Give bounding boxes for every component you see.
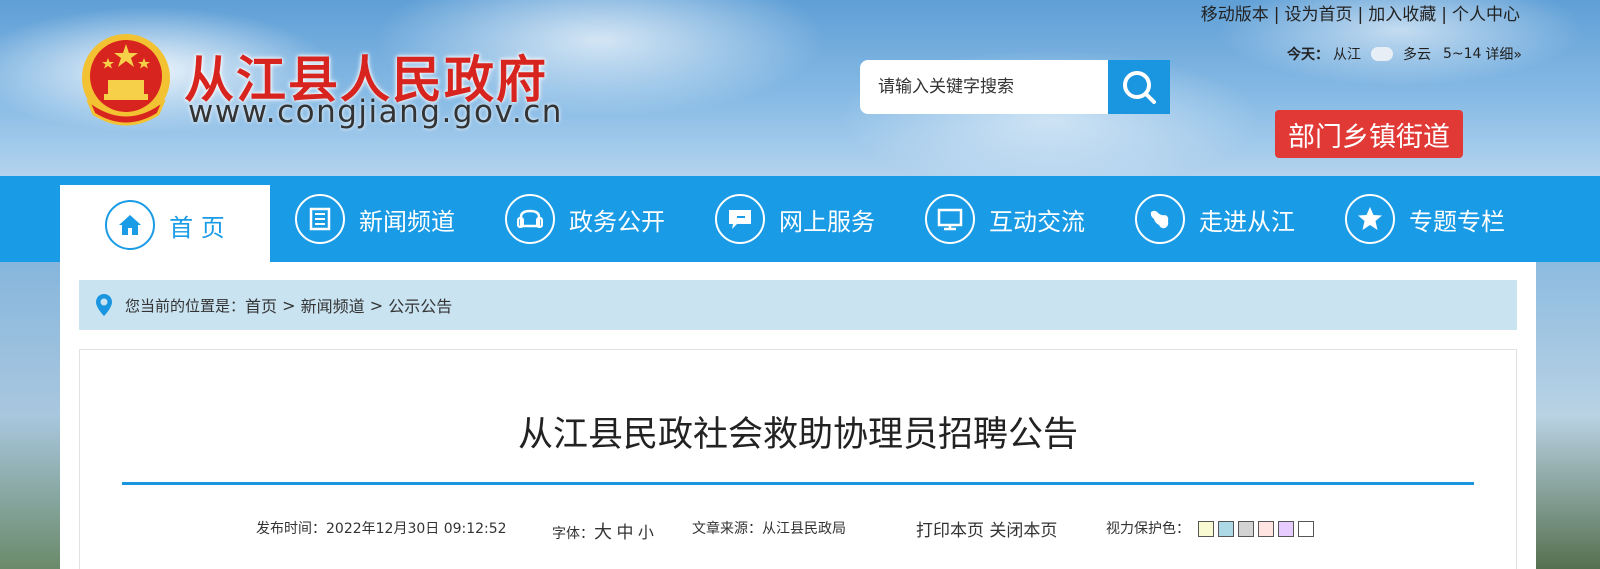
weather-detail-link[interactable]: 详细» bbox=[1485, 44, 1522, 64]
map-icon bbox=[1135, 194, 1185, 244]
publish-time: 2022年12月30日 09:12:52 bbox=[326, 521, 507, 537]
nav-item-home[interactable]: 首 页 bbox=[60, 185, 270, 265]
weather-city: 从江 bbox=[1332, 47, 1361, 63]
breadcrumb-prefix: 您当前的位置是： bbox=[125, 296, 246, 315]
font-size-controls: 字体：大 中 小 bbox=[552, 518, 654, 544]
mobile-version-link[interactable]: 移动版本 bbox=[1201, 5, 1269, 25]
eye-color-swatch[interactable] bbox=[1298, 521, 1315, 537]
top-links: 移动版本 | 设为首页 | 加入收藏 | 个人中心 bbox=[1200, 5, 1520, 25]
home-icon bbox=[105, 200, 156, 250]
nav-item-interaction[interactable]: 互动交流 bbox=[900, 176, 1110, 262]
eye-color-swatch[interactable] bbox=[1218, 521, 1235, 537]
print-page-link[interactable]: 打印本页 bbox=[916, 521, 984, 541]
source-label: 文章来源： bbox=[692, 521, 762, 537]
monitor-icon bbox=[925, 194, 975, 244]
breadcrumb-home-link[interactable]: 首页 bbox=[245, 293, 277, 317]
background-scenery-left bbox=[0, 262, 60, 569]
nav-label: 互动交流 bbox=[989, 207, 1085, 236]
eye-color-swatch[interactable] bbox=[1198, 521, 1215, 537]
nav-item-news[interactable]: 新闻频道 bbox=[270, 176, 480, 262]
font-medium-button[interactable]: 中 bbox=[616, 523, 633, 543]
site-url: www.congjiang.gov.cn bbox=[188, 94, 563, 130]
breadcrumb-separator: > bbox=[277, 295, 301, 315]
nav-label: 网上服务 bbox=[779, 207, 875, 236]
title-divider bbox=[122, 482, 1474, 485]
font-large-button[interactable]: 大 bbox=[594, 522, 612, 543]
eye-color-swatch[interactable] bbox=[1278, 521, 1295, 537]
nav-label: 首 页 bbox=[169, 213, 225, 242]
eye-color-swatch[interactable] bbox=[1238, 521, 1255, 537]
nav-label: 新闻频道 bbox=[359, 207, 455, 236]
main-content: 您当前的位置是： 首页 > 新闻频道 > 公示公告 从江县民政社会救助协理员招聘… bbox=[60, 262, 1536, 569]
search-icon bbox=[1123, 71, 1156, 104]
dept-township-button[interactable]: 部门乡镇街道 bbox=[1275, 110, 1463, 158]
eye-protection-label: 视力保护色： bbox=[1106, 521, 1190, 537]
close-page-link[interactable]: 关闭本页 bbox=[989, 521, 1057, 541]
header-banner: 从江县人民政府 www.congjiang.gov.cn 移动版本 | 设为首页 | 加… bbox=[0, 0, 1600, 176]
main-nav: 首 页 新闻频道 政务公开 网上服务 互动交流 走进从江 专题专栏 bbox=[0, 176, 1600, 265]
page-actions: 打印本页 关闭本页 bbox=[916, 516, 1057, 541]
chat-icon bbox=[715, 194, 765, 244]
nav-label: 专题专栏 bbox=[1409, 207, 1505, 236]
breadcrumb: 您当前的位置是： 首页 > 新闻频道 > 公示公告 bbox=[79, 280, 1517, 330]
cloudy-icon bbox=[1370, 47, 1393, 61]
source-value: 从江县民政局 bbox=[762, 521, 846, 537]
search-input[interactable] bbox=[860, 60, 1108, 114]
nav-item-gov-affairs[interactable]: 政务公开 bbox=[480, 176, 690, 262]
eye-color-swatch[interactable] bbox=[1258, 521, 1275, 537]
background-scenery-right bbox=[1536, 262, 1600, 569]
source-info: 文章来源：从江县民政局 bbox=[692, 518, 846, 538]
eye-protection: 视力保护色： bbox=[1106, 518, 1315, 538]
nav-label: 走进从江 bbox=[1199, 207, 1295, 236]
location-pin-icon bbox=[96, 294, 112, 316]
national-emblem-icon bbox=[82, 34, 170, 126]
nav-label: 政务公开 bbox=[569, 207, 665, 236]
breadcrumb-news-link[interactable]: 新闻频道 bbox=[301, 293, 365, 317]
font-small-button[interactable]: 小 bbox=[638, 523, 654, 542]
sofa-icon bbox=[505, 194, 555, 244]
add-favorite-link[interactable]: 加入收藏 bbox=[1368, 5, 1436, 25]
nav-item-about-congjiang[interactable]: 走进从江 bbox=[1110, 176, 1320, 262]
search-button[interactable] bbox=[1108, 60, 1170, 114]
weather-condition: 多云 bbox=[1402, 47, 1431, 63]
nav-item-special-topics[interactable]: 专题专栏 bbox=[1320, 176, 1530, 262]
weather-prefix: 今天： bbox=[1286, 47, 1329, 63]
newspaper-icon bbox=[295, 194, 345, 244]
personal-center-link[interactable]: 个人中心 bbox=[1452, 5, 1520, 25]
breadcrumb-separator: > bbox=[364, 295, 389, 315]
article-container: 从江县民政社会救助协理员招聘公告 发布时间：2022年12月30日 09:12:… bbox=[79, 349, 1517, 569]
star-icon bbox=[1345, 194, 1395, 244]
search-box bbox=[860, 60, 1170, 114]
publish-info: 发布时间：2022年12月30日 09:12:52 bbox=[256, 518, 507, 538]
font-label: 字体： bbox=[552, 526, 594, 542]
weather-temp: 5~14 bbox=[1442, 46, 1482, 62]
weather-widget: 今天： 从江 多云 5~14 详细» bbox=[1287, 44, 1522, 64]
nav-item-online-service[interactable]: 网上服务 bbox=[690, 176, 900, 262]
breadcrumb-notice-link[interactable]: 公示公告 bbox=[388, 293, 452, 317]
set-homepage-link[interactable]: 设为首页 bbox=[1285, 5, 1353, 25]
publish-label: 发布时间： bbox=[256, 521, 326, 537]
article-title: 从江县民政社会救助协理员招聘公告 bbox=[517, 415, 1078, 455]
